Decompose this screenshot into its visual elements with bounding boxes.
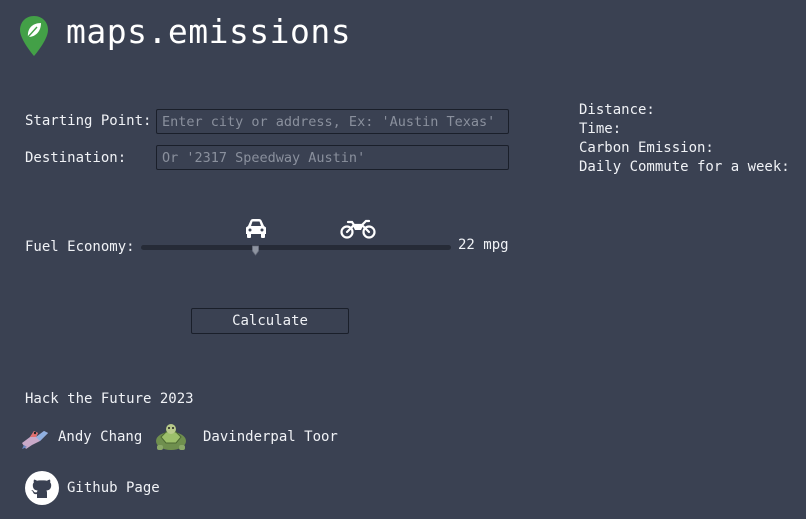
fuel-economy-value: 22 mpg xyxy=(458,237,509,253)
starting-point-label: Starting Point: xyxy=(25,113,152,129)
leaf-map-pin-icon xyxy=(18,14,50,58)
member-davinderpal-toor[interactable]: Davinderpal Toor xyxy=(203,429,338,445)
github-page-link[interactable]: Github Page xyxy=(67,480,160,496)
daily-commute-label: Daily Commute for a week: xyxy=(579,159,790,175)
event-title: Hack the Future 2023 xyxy=(25,391,194,407)
turtle-avatar-icon xyxy=(152,423,190,457)
fuel-economy-slider-track[interactable] xyxy=(141,245,451,250)
bird-avatar-icon xyxy=(20,425,50,455)
distance-label: Distance: xyxy=(579,102,655,118)
carbon-emission-label: Carbon Emission: xyxy=(579,140,714,156)
github-icon[interactable] xyxy=(25,471,59,509)
app-title: maps.emissions xyxy=(66,12,352,51)
time-label: Time: xyxy=(579,121,622,137)
fuel-economy-label: Fuel Economy: xyxy=(25,239,135,255)
member-andy-chang[interactable]: Andy Chang xyxy=(58,429,142,445)
fuel-economy-slider-thumb[interactable] xyxy=(252,241,259,256)
destination-label: Destination: xyxy=(25,150,127,166)
car-icon xyxy=(243,217,269,239)
destination-input[interactable] xyxy=(156,145,509,170)
motorcycle-icon xyxy=(340,217,376,239)
calculate-button[interactable]: Calculate xyxy=(191,308,349,334)
starting-point-input[interactable] xyxy=(156,109,509,134)
results-panel: Distance: Time: Carbon Emission: Daily C… xyxy=(579,101,790,177)
